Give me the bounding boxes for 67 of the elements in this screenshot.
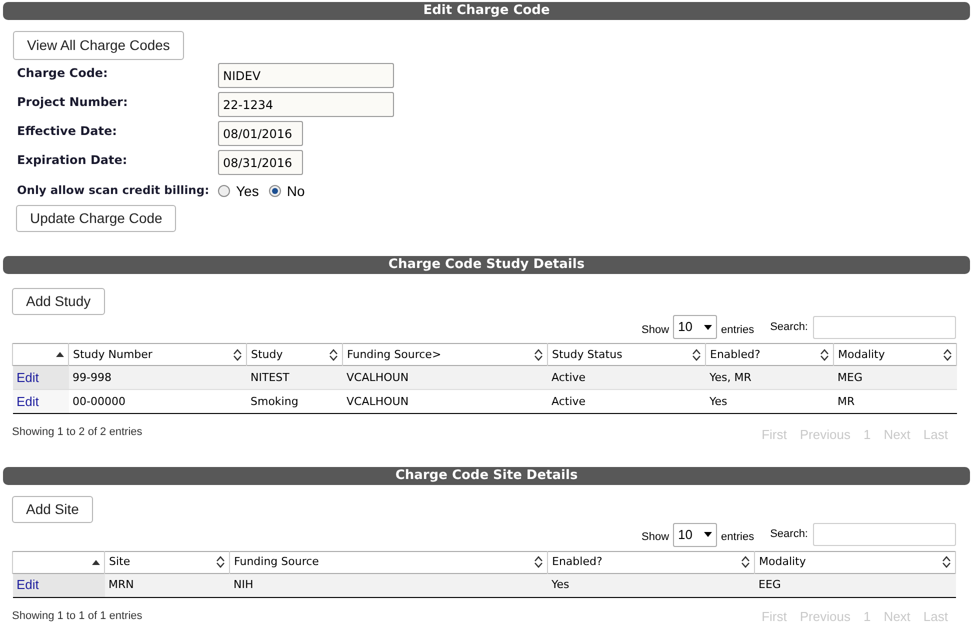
sort-icon[interactable] bbox=[692, 348, 701, 360]
table-cell: Smoking bbox=[246, 390, 342, 414]
table-cell: NIH bbox=[230, 573, 548, 597]
table-cell: Yes bbox=[548, 573, 754, 597]
label: Show bbox=[642, 530, 670, 546]
input-field[interactable]: 08/31/2016 bbox=[218, 150, 303, 175]
sort-ascending-icon[interactable] bbox=[92, 560, 100, 564]
table-cell: Active bbox=[548, 390, 706, 414]
search-field[interactable] bbox=[813, 523, 956, 546]
sort-icon[interactable] bbox=[534, 556, 543, 568]
table-cell: VCALHOUN bbox=[342, 390, 548, 414]
sort-icon[interactable] bbox=[216, 556, 225, 568]
button[interactable]: Add Site bbox=[12, 496, 93, 522]
field-label: Project Number: bbox=[17, 94, 129, 111]
field-label: Charge Code: bbox=[17, 65, 109, 82]
section-header: Edit Charge Code bbox=[3, 2, 970, 20]
column-header[interactable]: Site bbox=[104, 551, 230, 573]
input-field[interactable]: 22-1234 bbox=[218, 92, 394, 117]
sort-icon[interactable] bbox=[943, 348, 952, 360]
table-cell: 99-998 bbox=[68, 366, 246, 390]
input-field[interactable]: NIDEV bbox=[218, 63, 394, 88]
sort-icon[interactable] bbox=[741, 556, 750, 568]
radio-label: No bbox=[286, 182, 305, 200]
label: entries bbox=[721, 530, 754, 546]
table-cell: EEG bbox=[754, 573, 956, 597]
table-cell: MRN bbox=[104, 573, 230, 597]
section-header: Charge Code Study Details bbox=[3, 256, 970, 274]
label: Search: bbox=[770, 320, 808, 335]
sort-ascending-icon[interactable] bbox=[56, 352, 64, 357]
table-cell: Active bbox=[548, 366, 706, 390]
sort-icon[interactable] bbox=[820, 348, 829, 360]
label: entries bbox=[721, 322, 754, 338]
field-label: Effective Date: bbox=[17, 123, 118, 140]
table-cell: Yes, MR bbox=[706, 366, 834, 390]
table-info: Showing 1 to 2 of 2 entries bbox=[12, 425, 142, 440]
button[interactable]: View All Charge Codes bbox=[13, 31, 184, 60]
table-info: Showing 1 to 1 of 1 entries bbox=[12, 608, 142, 624]
label: Search: bbox=[770, 527, 808, 542]
table-cell: VCALHOUN bbox=[342, 366, 548, 390]
edit-link[interactable]: Edit bbox=[16, 577, 39, 592]
sort-icon[interactable] bbox=[942, 556, 951, 568]
label: Show bbox=[642, 322, 670, 338]
caret-icon bbox=[704, 324, 712, 330]
section-header: Charge Code Site Details bbox=[3, 466, 970, 484]
column-header[interactable]: Enabled? bbox=[548, 551, 754, 573]
page-size-dropdown[interactable]: 10 bbox=[673, 522, 718, 546]
column-header[interactable]: Funding Source bbox=[230, 551, 548, 573]
input-field[interactable]: 08/01/2016 bbox=[218, 121, 303, 146]
caret-icon bbox=[704, 532, 712, 537]
search-field[interactable] bbox=[813, 316, 956, 338]
button[interactable]: Update Charge Code bbox=[16, 205, 176, 232]
sort-icon[interactable] bbox=[233, 348, 242, 360]
field-label: Expiration Date: bbox=[17, 152, 128, 169]
field-label: Only allow scan credit billing: bbox=[17, 182, 210, 200]
radio-button[interactable] bbox=[218, 185, 230, 197]
table-cell: MR bbox=[834, 390, 956, 414]
radio-label: Yes bbox=[236, 182, 259, 200]
table-cell: MEG bbox=[834, 366, 956, 390]
table-cell: NITEST bbox=[246, 366, 342, 390]
page-size-dropdown[interactable]: 10 bbox=[673, 315, 718, 339]
radio-button[interactable] bbox=[268, 185, 281, 197]
sort-icon[interactable] bbox=[534, 348, 543, 360]
sort-icon[interactable] bbox=[329, 348, 338, 360]
button[interactable]: Add Study bbox=[12, 288, 105, 315]
column-header[interactable]: Modality bbox=[754, 551, 956, 573]
table-cell: Yes bbox=[706, 390, 834, 414]
table-cell: 00-00000 bbox=[68, 390, 246, 414]
